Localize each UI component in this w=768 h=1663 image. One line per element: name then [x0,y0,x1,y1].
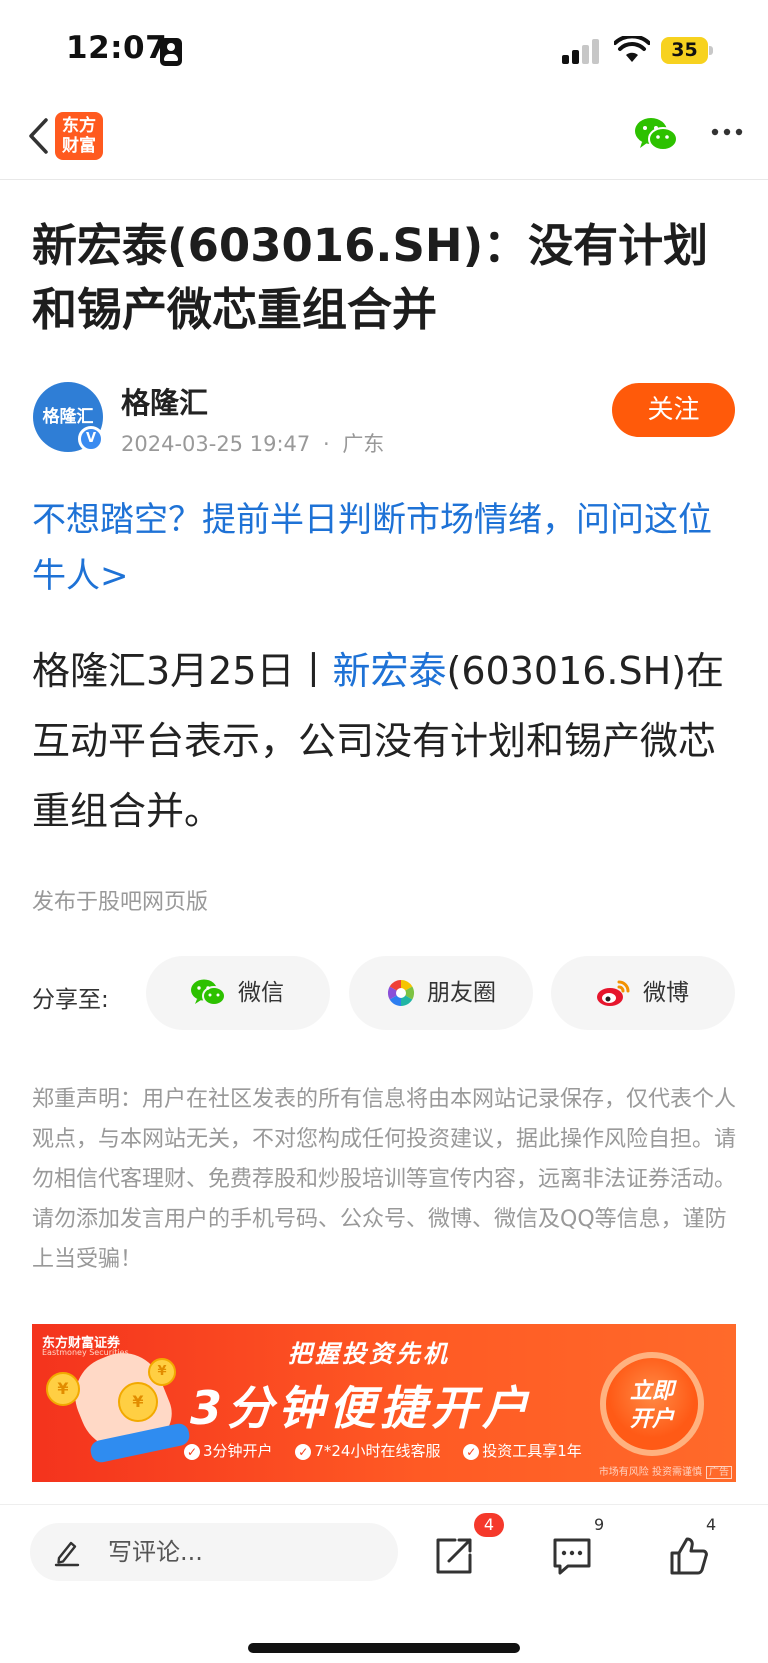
author-name[interactable]: 格隆汇 [121,380,208,422]
battery-level: 35 [661,37,708,64]
status-time: 12:07 [66,30,168,66]
comment-count: 9 [594,1515,605,1534]
logo-line2: 财富 [62,136,96,156]
publish-source: 发布于股吧网页版 [32,890,209,915]
share-moments-button[interactable]: 朋友圈 [349,956,533,1030]
check-icon: ✓ [295,1444,312,1460]
ad-coin-icon: ¥ [148,1358,176,1386]
wechat-icon [191,979,226,1006]
home-indicator [248,1643,520,1653]
like-count: 4 [706,1515,717,1534]
ad-feature: ✓ 7*24小时在线客服 [295,1442,440,1460]
ad-risk-text: 市场有风险 投资需谨慎 [598,1467,702,1478]
share-label: 分享至: [32,987,109,1013]
contact-card-icon [160,38,182,66]
publish-location: 广东 [342,432,385,456]
bottom-bar: 写评论... 4 9 4 [0,1504,768,1663]
cellular-signal-icon [562,38,600,64]
share-weibo-label: 微博 [643,980,689,1006]
logo-line1: 东方 [62,116,96,136]
ad-tag: 广告 [706,1466,732,1479]
share-weibo-button[interactable]: 微博 [551,956,735,1030]
article-body: 格隆汇3月25日丨新宏泰(603016.SH)在互动平台表示，公司没有计划和锡产… [32,636,742,846]
stock-link[interactable]: 新宏泰 [333,649,447,693]
weibo-icon [597,980,630,1006]
publish-date: 2024-03-25 19:47 [121,432,311,456]
share-wechat-label: 微信 [238,980,284,1006]
ad-cta-line2: 开户 [629,1407,674,1432]
status-bar: 12:07 35 [0,0,768,100]
ad-main-text: 3分钟便捷开户 [190,1381,534,1435]
ad-headline: 把握投资先机 [288,1340,450,1368]
wechat-icon[interactable] [634,116,678,154]
check-icon: ✓ [184,1444,200,1460]
ad-banner[interactable]: 东方财富证券 Eastmoney Securities ¥ ¥ ¥ 把握投资先机… [32,1324,736,1482]
share-icon[interactable] [433,1535,475,1577]
ad-features: ✓ 3分钟开户 ✓ 7*24小时在线客服 ✓ 投资工具享1年 [184,1440,600,1461]
comment-icon[interactable] [551,1535,593,1577]
share-wechat-button[interactable]: 微信 [146,956,330,1030]
author-meta: 2024-03-25 19:47 · 广东 [121,428,384,458]
eastmoney-logo: 东方 财富 [55,112,103,160]
body-prefix: 格隆汇3月25日丨 [32,649,333,693]
wifi-icon [614,36,650,62]
check-icon: ✓ [463,1444,480,1460]
comment-placeholder: 写评论... [108,1538,203,1566]
disclaimer: 郑重声明：用户在社区发表的所有信息将由本网站记录保存，仅代表个人观点，与本网站无… [32,1087,737,1272]
ad-cta-button[interactable]: 立即 开户 [600,1352,704,1456]
promo-link[interactable]: 不想踏空？提前半日判断市场情绪，问问这位牛人> [32,492,737,604]
back-icon[interactable] [20,116,60,156]
share-badge: 4 [474,1513,504,1537]
follow-button[interactable]: 关注 [612,383,735,437]
ad-feature: ✓ 3分钟开户 [184,1442,273,1460]
meta-separator: · [322,432,330,456]
like-icon[interactable] [668,1535,710,1577]
ad-coin-icon: ¥ [46,1372,80,1406]
more-icon[interactable] [710,126,744,138]
verified-badge: V [78,426,104,452]
share-moments-label: 朋友圈 [427,980,496,1006]
pencil-icon [54,1541,80,1567]
article-title: 新宏泰(603016.SH)：没有计划和锡产微芯重组合并 [32,219,709,336]
nav-bar: 东方 财富 [0,100,768,180]
battery-icon: 35 [661,37,713,64]
ad-feature: ✓ 投资工具享1年 [463,1442,582,1460]
ad-coin-icon: ¥ [118,1382,158,1422]
ad-risk-note: 市场有风险 投资需谨慎 广告 [598,1463,732,1479]
moments-icon [387,979,415,1007]
ad-cta-line1: 立即 [629,1379,674,1404]
comment-input[interactable]: 写评论... [30,1523,398,1581]
